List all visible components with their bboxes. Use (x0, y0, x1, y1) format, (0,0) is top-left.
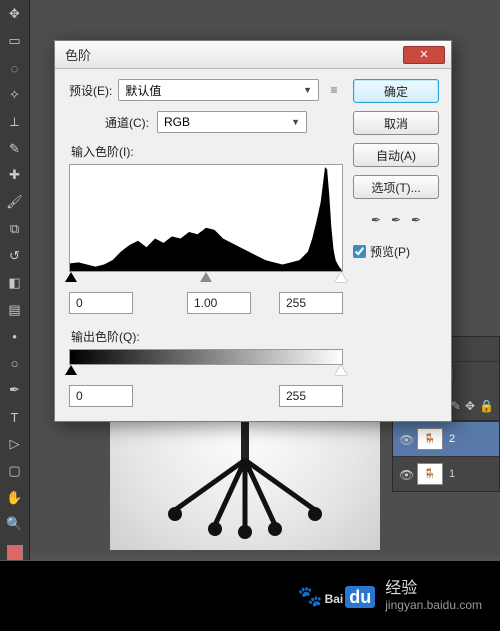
output-black-field[interactable]: 0 (69, 385, 133, 407)
output-white-field[interactable]: 255 (279, 385, 343, 407)
close-button[interactable]: ✕ (403, 46, 445, 64)
cancel-button[interactable]: 取消 (353, 111, 439, 135)
marquee-tool-icon[interactable]: ▭ (4, 31, 26, 52)
app-toolbar: ✥ ▭ ◌ ✧ ⟂ ✎ ✚ 🖌 ⧉ ↺ ◧ ▤ • ○ ✒ T ▷ ▢ ✋ 🔍 (0, 0, 30, 560)
output-slider-track[interactable] (69, 365, 343, 379)
stamp-tool-icon[interactable]: ⧉ (4, 219, 26, 240)
paw-icon: 🐾 (298, 586, 323, 608)
histogram (69, 164, 343, 272)
preview-checkbox[interactable] (353, 245, 366, 258)
visibility-icon[interactable]: 👁 (399, 433, 411, 445)
lock-move-icon[interactable]: ✥ (465, 399, 475, 413)
wand-tool-icon[interactable]: ✧ (4, 85, 26, 106)
brush-tool-icon[interactable]: 🖌 (4, 192, 26, 213)
heal-tool-icon[interactable]: ✚ (4, 165, 26, 186)
dialog-title: 色阶 (65, 45, 403, 64)
preview-checkbox-row[interactable]: 预览(P) (353, 243, 439, 260)
output-gradient (69, 349, 343, 365)
preset-select[interactable]: 默认值 ▼ (118, 79, 319, 101)
preset-label: 预设(E): (69, 82, 112, 99)
input-gamma-field[interactable]: 1.00 (187, 292, 251, 314)
shape-tool-icon[interactable]: ▢ (4, 460, 26, 481)
lock-brush-icon[interactable]: ✎ (451, 399, 461, 413)
watermark-text: 经验 jingyan.baidu.com (385, 579, 482, 613)
layer-name: 1 (449, 468, 455, 480)
foreground-swatch[interactable] (7, 545, 23, 560)
auto-button[interactable]: 自动(A) (353, 143, 439, 167)
blur-tool-icon[interactable]: • (4, 326, 26, 347)
lock-all-icon[interactable]: 🔒 (479, 399, 494, 413)
path-tool-icon[interactable]: ▷ (4, 434, 26, 455)
white-eyedropper-icon[interactable]: ✒ (411, 213, 421, 227)
layers-panel: 👁 🪑 2 👁 🪑 1 (392, 420, 500, 492)
history-brush-icon[interactable]: ↺ (4, 246, 26, 267)
output-black-handle[interactable] (65, 365, 77, 375)
gradient-tool-icon[interactable]: ▤ (4, 299, 26, 320)
input-white-field[interactable]: 255 (279, 292, 343, 314)
eyedropper-tool-icon[interactable]: ✎ (4, 138, 26, 159)
visibility-icon[interactable]: 👁 (399, 468, 411, 480)
channel-select[interactable]: RGB ▼ (157, 111, 307, 133)
titlebar[interactable]: 色阶 ✕ (55, 41, 451, 69)
input-black-field[interactable]: 0 (69, 292, 133, 314)
options-button[interactable]: 选项(T)... (353, 175, 439, 199)
layer-name: 2 (449, 433, 455, 445)
eraser-tool-icon[interactable]: ◧ (4, 272, 26, 293)
input-levels-label: 输入色阶(I): (71, 143, 343, 160)
eyedropper-group: ✒ ✒ ✒ (353, 213, 439, 227)
lasso-tool-icon[interactable]: ◌ (4, 58, 26, 79)
layer-thumb: 🪑 (417, 463, 443, 485)
output-levels-label: 输出色阶(Q): (71, 328, 343, 345)
pen-tool-icon[interactable]: ✒ (4, 380, 26, 401)
ok-button[interactable]: 确定 (353, 79, 439, 103)
gray-eyedropper-icon[interactable]: ✒ (391, 213, 401, 227)
chevron-down-icon: ▼ (303, 85, 312, 95)
layer-row[interactable]: 👁 🪑 2 (393, 421, 499, 456)
channel-value: RGB (164, 115, 190, 129)
chevron-down-icon: ▼ (291, 117, 300, 127)
type-tool-icon[interactable]: T (4, 407, 26, 428)
preset-menu-button[interactable]: ≡ (325, 81, 343, 99)
histogram-chart (70, 165, 342, 271)
preset-value: 默认值 (125, 82, 161, 99)
preview-label: 预览(P) (370, 243, 410, 260)
move-tool-icon[interactable]: ✥ (4, 4, 26, 25)
channel-label: 通道(C): (105, 114, 149, 131)
crop-tool-icon[interactable]: ⟂ (4, 111, 26, 132)
black-point-handle[interactable] (65, 272, 77, 282)
output-white-handle[interactable] (335, 365, 347, 375)
black-eyedropper-icon[interactable]: ✒ (371, 213, 381, 227)
layer-row[interactable]: 👁 🪑 1 (393, 456, 499, 491)
levels-dialog: 色阶 ✕ 预设(E): 默认值 ▼ ≡ 通道(C): RGB ▼ 输入色阶(I)… (54, 40, 452, 422)
dodge-tool-icon[interactable]: ○ (4, 353, 26, 374)
layer-thumb: 🪑 (417, 428, 443, 450)
watermark-bar: 🐾Baidu 经验 jingyan.baidu.com (0, 561, 500, 631)
baidu-logo: 🐾Baidu (298, 583, 376, 609)
white-point-handle[interactable] (335, 272, 347, 282)
hand-tool-icon[interactable]: ✋ (4, 487, 26, 508)
gamma-handle[interactable] (200, 272, 212, 282)
input-slider-track[interactable] (69, 272, 343, 286)
zoom-tool-icon[interactable]: 🔍 (4, 514, 26, 535)
